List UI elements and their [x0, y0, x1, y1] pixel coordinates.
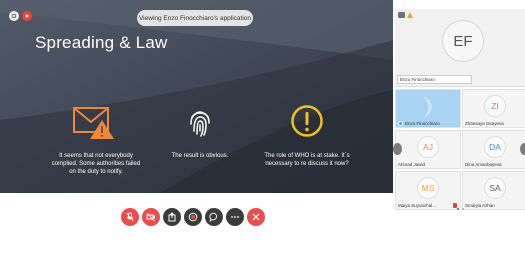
- participant-name: Enzo Finocchiaro: [405, 121, 440, 126]
- fingerprint-icon: [190, 111, 210, 137]
- participant-name: Smaiyla Azhan: [465, 203, 495, 208]
- presenter-avatar: EF: [442, 20, 484, 62]
- participant-name: Ahmad Jawid: [398, 162, 426, 167]
- participant-avatar: MS: [417, 177, 439, 199]
- participant-tile[interactable]: MS Maiya Suyunchal...: [395, 171, 461, 210]
- meeting-toolbar: [121, 208, 265, 226]
- gear-icon: [11, 13, 17, 19]
- participant-avatar: DA: [484, 136, 506, 158]
- participant-panel: EF Enzo Finocchiaro Enzo Finocchiaro ZI …: [393, 9, 525, 214]
- shared-screen: Viewing Enzo Finocchiaro's application S…: [0, 0, 393, 193]
- mic-off-icon: [126, 212, 134, 222]
- participant-tile[interactable]: Enzo Finocchiaro: [395, 89, 461, 128]
- more-button[interactable]: [226, 208, 244, 226]
- caption-notify: It seems that not everybody complied. So…: [51, 153, 141, 175]
- envelope-warning-icon: [73, 107, 114, 139]
- screen-icon[interactable]: [398, 12, 405, 18]
- participant-name: Zhansaya Issayeva: [465, 121, 504, 126]
- participant-avatar: SA: [484, 177, 506, 199]
- speaking-icon: [424, 96, 432, 118]
- share-button[interactable]: [163, 208, 181, 226]
- record-button[interactable]: [184, 208, 202, 226]
- page-dot[interactable]: [457, 208, 459, 210]
- viewing-indicator: Viewing Enzo Finocchiaro's application: [137, 10, 253, 26]
- panel-header-icons: [398, 12, 413, 18]
- video-off-icon: [146, 212, 155, 222]
- mute-mic-button[interactable]: [121, 208, 139, 226]
- participant-avatar: AJ: [417, 136, 439, 158]
- stop-sharing-button[interactable]: [22, 11, 32, 21]
- share-icon: [168, 212, 176, 222]
- warning-icon: [407, 12, 413, 18]
- participant-tile[interactable]: SA Smaiyla Azhan: [462, 171, 525, 210]
- participant-name: Maiya Suyunchal...: [398, 203, 437, 208]
- leave-button[interactable]: [247, 208, 265, 226]
- slide-title: Spreading & Law: [35, 33, 168, 52]
- stop-icon: [25, 14, 29, 18]
- share-settings-button[interactable]: [9, 11, 19, 21]
- page-indicator: [457, 208, 464, 210]
- share-controls: [9, 11, 32, 21]
- record-icon: [188, 212, 198, 222]
- caption-who: The role of WHO is at stake. It´s necess…: [264, 153, 350, 167]
- close-icon: [252, 213, 260, 221]
- more-icon: [231, 216, 239, 218]
- presenter-tile[interactable]: EF Enzo Finocchiaro: [395, 9, 525, 87]
- participant-tile[interactable]: DA Dina Amanbayeva: [462, 130, 525, 169]
- previous-page-button[interactable]: [393, 143, 402, 155]
- next-page-button[interactable]: [520, 143, 525, 155]
- caption-result: The result is obvious.: [171, 153, 229, 159]
- participant-tile[interactable]: AJ Ahmad Jawid: [395, 130, 461, 169]
- page-dot[interactable]: [462, 208, 464, 210]
- exclamation-circle-icon: [291, 105, 323, 137]
- stop-video-button[interactable]: [142, 208, 160, 226]
- participant-avatar: ZI: [484, 95, 506, 117]
- participant-tile[interactable]: ZI Zhansaya Issayeva: [462, 89, 525, 128]
- participant-name: Dina Amanbayeva: [465, 162, 502, 167]
- status-dot: [398, 121, 403, 126]
- chat-icon: [209, 212, 218, 222]
- presenter-name: Enzo Finocchiaro: [397, 75, 472, 84]
- chat-button[interactable]: [205, 208, 223, 226]
